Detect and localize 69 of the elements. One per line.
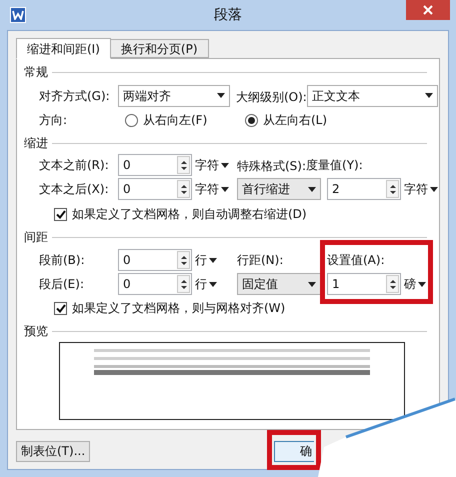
unit-dropdown[interactable]: 字符 — [404, 180, 438, 198]
tab[interactable]: 缩进和间距(I) — [16, 38, 111, 59]
close-button[interactable] — [406, 0, 450, 20]
tab[interactable]: 换行和分页(P) — [110, 39, 209, 58]
dialog-button[interactable]: 制表位(T)... — [16, 440, 90, 462]
up-arrow-icon — [180, 280, 186, 282]
unit-dropdown[interactable]: 行 — [195, 275, 217, 293]
spin-button[interactable] — [386, 275, 399, 293]
field-label: 段后(E): — [39, 276, 85, 293]
up-arrow-icon — [180, 184, 186, 188]
up-arrow-icon — [390, 280, 396, 282]
spin-button[interactable] — [177, 275, 190, 293]
section-heading: 预览 — [24, 323, 48, 340]
dropdown[interactable]: 两端对齐 — [118, 84, 230, 106]
app-icon — [10, 7, 26, 23]
unit-dropdown[interactable]: 行 — [195, 251, 217, 269]
up-arrow-icon — [180, 160, 186, 164]
field-label: 方向: — [39, 112, 68, 129]
down-arrow-icon — [180, 262, 186, 264]
close-icon — [423, 5, 433, 15]
field-label: 对齐方式(G): — [39, 88, 111, 104]
radio-option[interactable]: 从左向右(L) — [245, 111, 328, 129]
caret-icon — [209, 282, 217, 286]
spin-button[interactable] — [386, 180, 399, 198]
unit-dropdown[interactable]: 字符 — [195, 180, 229, 198]
dropdown[interactable]: 固定值 — [237, 273, 321, 295]
caret-icon — [430, 186, 438, 192]
down-arrow-icon — [390, 286, 396, 288]
dropdown[interactable]: 首行缩进 — [237, 178, 321, 200]
field-label: 大纲级别(O): — [236, 90, 307, 104]
checkbox[interactable] — [54, 208, 67, 220]
section-heading: 常规 — [24, 64, 48, 81]
caret-icon — [209, 258, 217, 262]
down-arrow-icon — [180, 190, 186, 194]
radio-button[interactable] — [125, 114, 138, 126]
dropdown[interactable]: 正文文本 — [306, 84, 438, 106]
checkbox[interactable] — [54, 302, 67, 314]
field-label: 设置值(A): — [327, 252, 386, 269]
dialog-button[interactable]: 确 — [274, 440, 314, 462]
section-heading: 间距 — [24, 229, 48, 246]
field-label: 文本之后(X): — [39, 181, 110, 198]
caret-icon — [418, 282, 426, 286]
checkbox-option[interactable]: 如果定义了文档网格，则自动调整右缩进(D) — [54, 202, 307, 226]
down-arrow-icon — [180, 286, 186, 288]
section-heading: 缩进 — [24, 135, 48, 152]
down-arrow-icon — [180, 166, 186, 170]
unit-dropdown[interactable]: 磅 — [404, 275, 426, 293]
unit-dropdown[interactable]: 字符 — [195, 156, 229, 174]
down-arrow-icon — [390, 190, 396, 194]
caret-icon — [221, 186, 229, 192]
field-label: 度量值(Y): — [306, 157, 364, 174]
window-title: 段落 — [214, 6, 242, 24]
caret-icon — [308, 186, 316, 192]
field-label: 段前(B): — [39, 252, 86, 269]
radio-button[interactable] — [245, 114, 258, 126]
caret-icon — [221, 162, 229, 168]
field-label: 特殊格式(S): — [237, 159, 306, 173]
field-label: 行距(N): — [237, 252, 284, 269]
radio-option[interactable]: 从右向左(F) — [125, 111, 245, 129]
spin-button[interactable] — [177, 156, 190, 174]
caret-icon — [217, 93, 225, 98]
up-arrow-icon — [180, 256, 186, 258]
spin-button[interactable] — [177, 180, 190, 198]
checkbox-option[interactable]: 如果定义了文档网格，则与网格对齐(W) — [54, 296, 286, 320]
spin-button[interactable] — [177, 251, 190, 269]
caret-icon — [308, 282, 316, 286]
field-label: 文本之前(R): — [39, 157, 110, 174]
caret-icon — [424, 93, 433, 98]
up-arrow-icon — [390, 184, 396, 188]
